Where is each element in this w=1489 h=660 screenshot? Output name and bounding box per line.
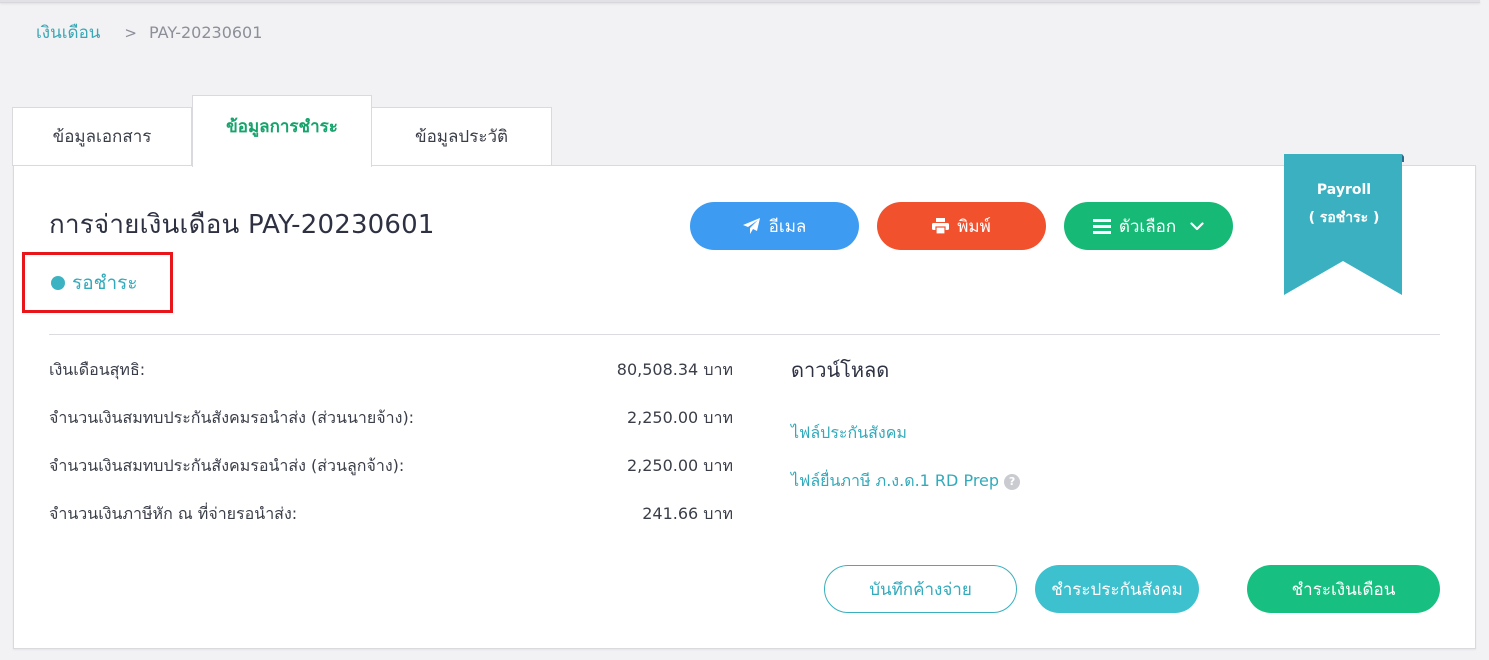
- summary-value-net-salary: 80,508.34 บาท: [616, 360, 733, 379]
- record-pending-label: บันทึกค้างจ่าย: [869, 579, 972, 599]
- summary-label-social-employee: จำนวนเงินสมทบประกันสังคมรอนำส่ง (ส่วนลูก…: [49, 456, 405, 475]
- email-button-label: อีเมล: [768, 216, 807, 237]
- options-dropdown-button[interactable]: ตัวเลือก: [1064, 202, 1233, 250]
- paper-plane-icon: [742, 218, 761, 234]
- page-title: การจ่ายเงินเดือน PAY-20230601: [49, 210, 435, 240]
- breadcrumb-separator: >: [124, 23, 137, 42]
- breadcrumb: เงินเดือน > PAY-20230601: [36, 19, 262, 46]
- summary-label-social-employer: จำนวนเงินสมทบประกันสังคมรอนำส่ง (ส่วนนาย…: [49, 408, 415, 427]
- tab-history-info[interactable]: ข้อมูลประวัติ: [371, 107, 552, 166]
- print-button[interactable]: พิมพ์: [877, 202, 1046, 250]
- question-circle-icon[interactable]: ?: [1004, 473, 1021, 490]
- tab-label: ข้อมูลเอกสาร: [52, 127, 152, 147]
- payroll-status-ribbon: Payroll ( รอชำระ ): [1284, 154, 1408, 296]
- status-dot-icon: [51, 275, 65, 290]
- status-highlight-box: รอชำระ: [22, 252, 173, 313]
- tab-label: ข้อมูลการชำระ: [226, 117, 338, 137]
- breadcrumb-current: PAY-20230601: [149, 23, 263, 42]
- summary-label-withholding-tax: จำนวนเงินภาษีหัก ณ ที่จ่ายรอนำส่ง:: [49, 504, 298, 523]
- status-badge: รอชำระ: [72, 271, 138, 294]
- pay-salary-label: ชำระเงินเดือน: [1291, 579, 1396, 600]
- payment-detail-card: การจ่ายเงินเดือน PAY-20230601 รอชำระ อีเ…: [13, 154, 1476, 649]
- download-section-title: ดาวน์โหลด: [791, 358, 890, 382]
- printer-icon: [932, 218, 950, 234]
- chevron-down-icon: [1190, 221, 1204, 231]
- record-pending-button[interactable]: บันทึกค้างจ่าย: [824, 565, 1017, 613]
- section-divider: [49, 334, 1440, 335]
- pay-social-security-button[interactable]: ชำระประกันสังคม: [1035, 565, 1199, 613]
- pay-salary-button[interactable]: ชำระเงินเดือน: [1247, 565, 1440, 613]
- tab-payment-info[interactable]: ข้อมูลการชำระ: [192, 95, 372, 167]
- ribbon-line-1: Payroll: [1316, 182, 1372, 198]
- summary-value-social-employer: 2,250.00 บาท: [626, 408, 733, 427]
- hamburger-menu-icon: [1092, 218, 1111, 234]
- summary-value-withholding-tax: 241.66 บาท: [642, 504, 733, 523]
- options-button-label: ตัวเลือก: [1118, 216, 1177, 237]
- ribbon-line-2: ( รอชำระ ): [1308, 210, 1380, 226]
- tab-document-info[interactable]: ข้อมูลเอกสาร: [12, 107, 192, 166]
- download-social-security-file-link[interactable]: ไฟล์ประกันสังคม: [791, 421, 907, 446]
- download-link-label: ไฟล์ยื่นภาษี ภ.ง.ด.1 RD Prep: [791, 471, 1000, 490]
- download-tax-file-link[interactable]: ไฟล์ยื่นภาษี ภ.ง.ด.1 RD Prep ?: [791, 469, 1021, 494]
- email-button[interactable]: อีเมล: [690, 202, 859, 250]
- print-button-label: พิมพ์: [957, 216, 991, 237]
- pay-social-label: ชำระประกันสังคม: [1051, 579, 1183, 600]
- summary-value-social-employee: 2,250.00 บาท: [626, 456, 733, 475]
- top-navbar-edge: [0, 0, 1480, 3]
- download-link-label: ไฟล์ประกันสังคม: [791, 423, 907, 442]
- summary-label-net-salary: เงินเดือนสุทธิ:: [49, 360, 146, 379]
- breadcrumb-parent-link[interactable]: เงินเดือน: [36, 19, 100, 46]
- tab-label: ข้อมูลประวัติ: [414, 127, 509, 147]
